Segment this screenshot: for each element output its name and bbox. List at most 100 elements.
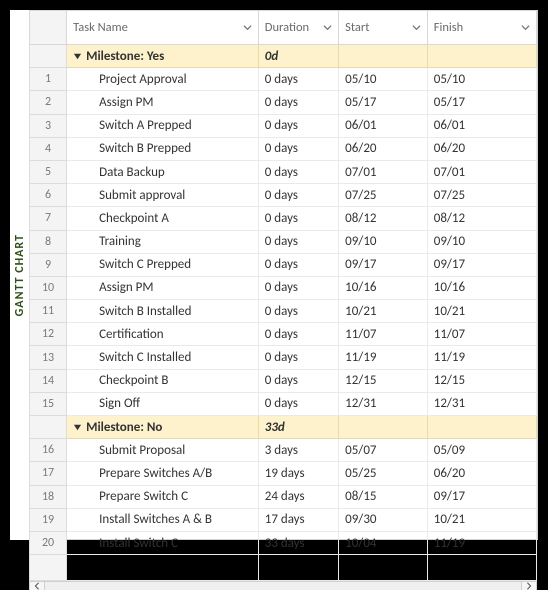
start-cell[interactable]: 07/01 xyxy=(339,160,428,183)
header-task[interactable]: Task Name xyxy=(67,11,259,45)
task-cell[interactable]: Switch C Installed xyxy=(67,346,259,369)
rownum-cell[interactable]: 17 xyxy=(30,462,67,485)
blank-cell[interactable] xyxy=(427,555,536,581)
rownum-cell[interactable]: 13 xyxy=(30,346,67,369)
rownum-cell[interactable] xyxy=(30,555,67,581)
start-cell[interactable]: 08/15 xyxy=(339,485,428,508)
start-cell[interactable]: 08/12 xyxy=(339,207,428,230)
rownum-cell[interactable]: 15 xyxy=(30,392,67,415)
start-cell[interactable]: 06/01 xyxy=(339,114,428,137)
table-row[interactable]: 3Switch A Prepped0 days06/0106/01 xyxy=(30,114,537,137)
duration-cell[interactable]: 0 days xyxy=(258,253,338,276)
blank-cell[interactable] xyxy=(258,555,338,581)
start-cell[interactable]: 12/15 xyxy=(339,369,428,392)
duration-cell[interactable]: 17 days xyxy=(258,508,338,531)
task-cell[interactable]: Assign PM xyxy=(67,91,259,114)
start-cell[interactable]: 05/10 xyxy=(339,68,428,91)
finish-cell[interactable]: 09/10 xyxy=(427,230,536,253)
rownum-cell[interactable]: 6 xyxy=(30,184,67,207)
table-row[interactable]: 17Prepare Switches A/B19 days05/2506/20 xyxy=(30,462,537,485)
duration-cell[interactable]: 0 days xyxy=(258,300,338,323)
finish-cell[interactable]: 08/12 xyxy=(427,207,536,230)
start-cell[interactable]: 05/25 xyxy=(339,462,428,485)
table-row[interactable]: 19Install Switches A & B17 days09/3010/2… xyxy=(30,508,537,531)
duration-cell[interactable]: 0 days xyxy=(258,392,338,415)
task-cell[interactable]: Sign Off xyxy=(67,392,259,415)
rownum-cell[interactable] xyxy=(30,45,67,68)
horizontal-scrollbar[interactable] xyxy=(29,581,537,590)
duration-cell[interactable]: 3 days xyxy=(258,439,338,462)
blank-row[interactable] xyxy=(30,555,537,581)
finish-cell[interactable]: 05/17 xyxy=(427,91,536,114)
group-row-no[interactable]: Milestone: No 33d xyxy=(30,416,537,439)
task-cell[interactable]: Prepare Switches A/B xyxy=(67,462,259,485)
table-row[interactable]: 9Switch C Prepped0 days09/1709/17 xyxy=(30,253,537,276)
start-cell[interactable]: 11/07 xyxy=(339,323,428,346)
rownum-cell[interactable]: 5 xyxy=(30,160,67,183)
duration-cell[interactable]: 0 days xyxy=(258,207,338,230)
finish-cell[interactable]: 09/17 xyxy=(427,253,536,276)
table-row[interactable]: 18Prepare Switch C24 days08/1509/17 xyxy=(30,485,537,508)
start-cell[interactable]: 07/25 xyxy=(339,184,428,207)
blank-cell[interactable] xyxy=(339,555,428,581)
task-cell[interactable]: Switch C Prepped xyxy=(67,253,259,276)
finish-cell[interactable]: 11/19 xyxy=(427,346,536,369)
duration-cell[interactable]: 0 days xyxy=(258,323,338,346)
rownum-cell[interactable]: 14 xyxy=(30,369,67,392)
start-cell[interactable]: 06/20 xyxy=(339,137,428,160)
finish-cell[interactable]: 06/20 xyxy=(427,137,536,160)
table-row[interactable]: 7Checkpoint A0 days08/1208/12 xyxy=(30,207,537,230)
group-row-yes[interactable]: Milestone: Yes 0d xyxy=(30,45,537,68)
task-cell[interactable]: Install Switch C xyxy=(67,531,259,554)
rownum-cell[interactable]: 8 xyxy=(30,230,67,253)
rownum-cell[interactable]: 3 xyxy=(30,114,67,137)
finish-cell[interactable]: 07/01 xyxy=(427,160,536,183)
scroll-right-arrow[interactable] xyxy=(521,582,537,590)
duration-cell[interactable]: 19 days xyxy=(258,462,338,485)
table-row[interactable]: 12Certification0 days11/0711/07 xyxy=(30,323,537,346)
scroll-track[interactable] xyxy=(45,582,521,590)
finish-cell[interactable]: 11/07 xyxy=(427,323,536,346)
start-cell[interactable]: 09/10 xyxy=(339,230,428,253)
start-cell[interactable]: 11/19 xyxy=(339,346,428,369)
rownum-cell[interactable]: 12 xyxy=(30,323,67,346)
chevron-down-icon[interactable] xyxy=(521,23,530,32)
rownum-cell[interactable]: 10 xyxy=(30,276,67,299)
start-cell[interactable]: 12/31 xyxy=(339,392,428,415)
task-cell[interactable]: Submit approval xyxy=(67,184,259,207)
rownum-cell[interactable]: 11 xyxy=(30,300,67,323)
finish-cell[interactable]: 10/16 xyxy=(427,276,536,299)
table-row[interactable]: 4Switch B Prepped0 days06/2006/20 xyxy=(30,137,537,160)
chevron-down-icon[interactable] xyxy=(323,23,332,32)
rownum-cell[interactable]: 16 xyxy=(30,439,67,462)
task-cell[interactable]: Project Approval xyxy=(67,68,259,91)
duration-cell[interactable]: 0 days xyxy=(258,184,338,207)
table-row[interactable]: 5Data Backup0 days07/0107/01 xyxy=(30,160,537,183)
task-cell[interactable]: Assign PM xyxy=(67,276,259,299)
finish-cell[interactable]: 10/21 xyxy=(427,508,536,531)
duration-cell[interactable]: 0 days xyxy=(258,369,338,392)
table-row[interactable]: 1Project Approval0 days05/1005/10 xyxy=(30,68,537,91)
table-row[interactable]: 15Sign Off0 days12/3112/31 xyxy=(30,392,537,415)
rownum-cell[interactable]: 2 xyxy=(30,91,67,114)
start-cell[interactable]: 10/04 xyxy=(339,531,428,554)
table-row[interactable]: 2Assign PM0 days05/1705/17 xyxy=(30,91,537,114)
table-row[interactable]: 8Training0 days09/1009/10 xyxy=(30,230,537,253)
rownum-cell[interactable]: 1 xyxy=(30,68,67,91)
finish-cell[interactable]: 09/17 xyxy=(427,485,536,508)
task-cell[interactable]: Training xyxy=(67,230,259,253)
table-row[interactable]: 10Assign PM0 days10/1610/16 xyxy=(30,276,537,299)
header-duration[interactable]: Duration xyxy=(258,11,338,45)
duration-cell[interactable]: 0 days xyxy=(258,91,338,114)
chevron-down-icon[interactable] xyxy=(412,23,421,32)
rownum-cell[interactable]: 20 xyxy=(30,531,67,554)
start-cell[interactable]: 09/30 xyxy=(339,508,428,531)
duration-cell[interactable]: 33 days xyxy=(258,531,338,554)
finish-cell[interactable]: 06/01 xyxy=(427,114,536,137)
scroll-left-arrow[interactable] xyxy=(29,582,45,590)
duration-cell[interactable]: 24 days xyxy=(258,485,338,508)
collapse-icon[interactable] xyxy=(73,52,82,61)
start-cell[interactable]: 05/17 xyxy=(339,91,428,114)
duration-cell[interactable]: 0 days xyxy=(258,137,338,160)
task-cell[interactable]: Certification xyxy=(67,323,259,346)
